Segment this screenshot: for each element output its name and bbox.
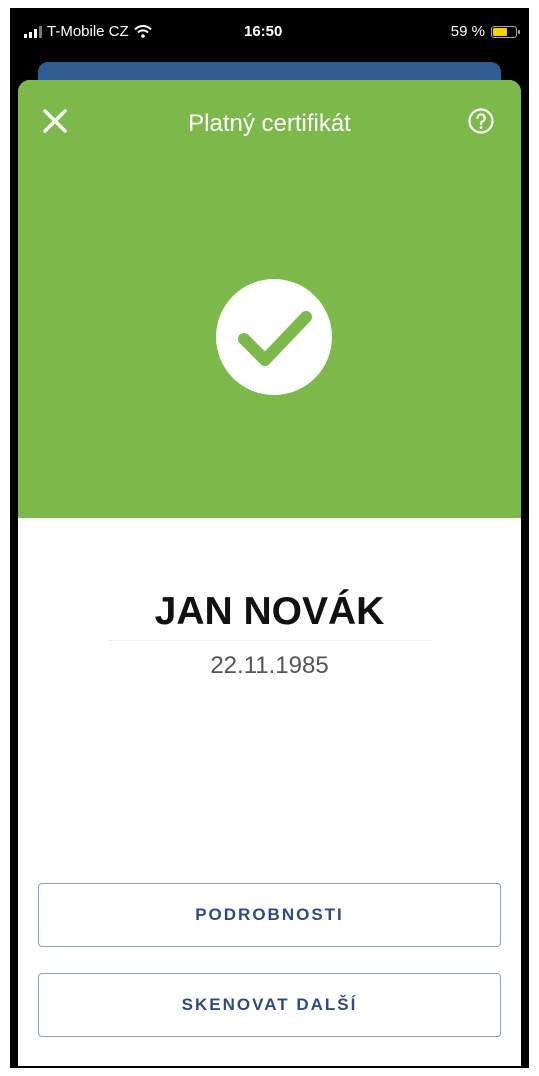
status-right: 59 % xyxy=(450,23,520,40)
details-button[interactable]: PODROBNOSTI xyxy=(38,883,501,947)
phone-screen: T-Mobile CZ 16:50 59 % Platný certifikát xyxy=(10,8,529,1068)
status-left: T-Mobile CZ xyxy=(24,23,152,40)
wifi-icon xyxy=(133,25,152,38)
battery-icon xyxy=(491,25,520,38)
signal-icon xyxy=(24,25,42,38)
scan-next-button-label: SKENOVAT DALŠÍ xyxy=(181,995,358,1014)
holder-name: JAN NOVÁK xyxy=(154,590,385,633)
result-header: Platný certifikát xyxy=(18,80,521,518)
certificate-sheet: Platný certifikát JAN NOVÁK 22.11.1985 P… xyxy=(18,80,521,1066)
birth-date: 22.11.1985 xyxy=(210,652,329,679)
check-circle-icon xyxy=(216,279,332,395)
carrier-label: T-Mobile CZ xyxy=(47,23,129,40)
help-circle-icon[interactable] xyxy=(467,107,495,135)
battery-percent: 59 % xyxy=(450,23,485,40)
page-title: Platný certifikát xyxy=(188,110,351,137)
scan-next-button[interactable]: SKENOVAT DALŠÍ xyxy=(38,973,501,1037)
divider xyxy=(108,640,431,641)
clock: 16:50 xyxy=(244,23,283,40)
details-button-label: PODROBNOSTI xyxy=(195,905,344,924)
status-bar: T-Mobile CZ 16:50 59 % xyxy=(12,10,527,56)
